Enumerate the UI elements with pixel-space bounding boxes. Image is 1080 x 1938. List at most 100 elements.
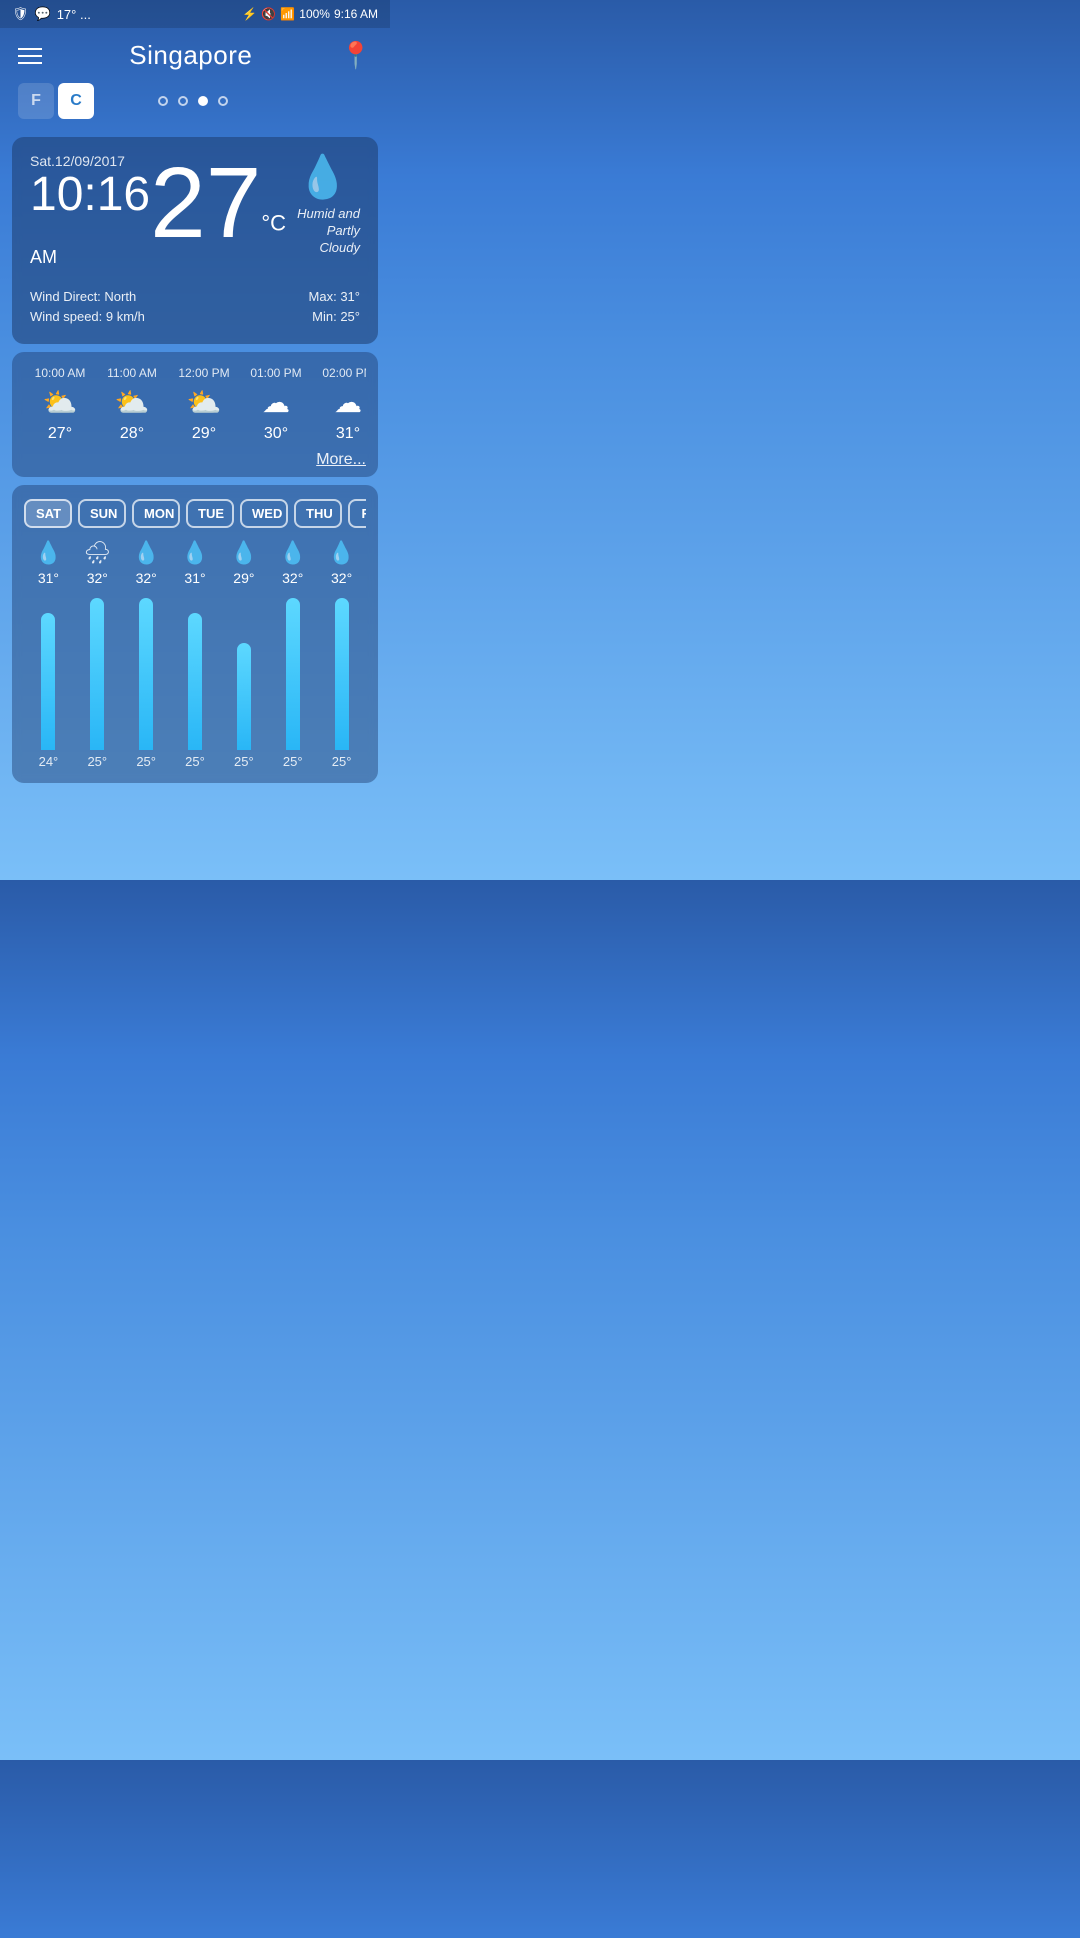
status-left: 🛡 💬 17° ... <box>12 6 91 22</box>
city-title: Singapore <box>129 40 252 71</box>
weekly-bar <box>90 598 104 750</box>
weekly-bar-container <box>139 590 153 750</box>
day-tab-mon[interactable]: MON <box>132 499 180 528</box>
weekly-max-temp: 32° <box>331 570 352 586</box>
hourly-time: 02:00 PM <box>322 366 366 380</box>
weekly-col-tue: 💧 31° 25° <box>171 540 220 769</box>
weekly-weather-icon: 💧 <box>132 540 159 566</box>
celsius-button[interactable]: C <box>58 83 94 119</box>
hamburger-line <box>18 62 42 64</box>
hourly-temp: 30° <box>264 425 288 443</box>
weekly-weather-icon: 💧 <box>279 540 306 566</box>
weekly-max-temp: 32° <box>136 570 157 586</box>
weekly-weather-icon: 💧 <box>181 540 208 566</box>
weekly-bar-container <box>237 590 251 750</box>
location-icon[interactable]: 📍 <box>340 40 372 71</box>
current-weather-card: Sat.12/09/2017 10:16 AM 27°C 💧 Humid and… <box>12 137 378 344</box>
page-dot-1[interactable] <box>158 96 168 106</box>
hourly-item: 12:00 PM ⛅ 29° <box>168 366 240 443</box>
hourly-weather-icon: ☁ <box>334 386 362 419</box>
wind-direction: Wind Direct: North <box>30 287 145 308</box>
weekly-bar <box>335 598 349 750</box>
temp-min: Min: 25° <box>309 307 360 328</box>
condition-section: 💧 Humid and Partly Cloudy <box>286 153 360 257</box>
max-min-section: Max: 31° Min: 25° <box>309 287 360 329</box>
hourly-temp: 27° <box>48 425 72 443</box>
weekly-bar <box>286 598 300 750</box>
weekly-forecast-card: SATSUNMONTUEWEDTHU FRI 💧 31° 24° 🌧 32° 25… <box>12 485 378 783</box>
weekly-min-temp: 25° <box>185 754 205 769</box>
clock: 9:16 AM <box>334 7 378 21</box>
app-header: Singapore 📍 <box>0 28 390 83</box>
weekly-col-sat: 💧 31° 24° <box>24 540 73 769</box>
hourly-temp: 31° <box>336 425 360 443</box>
status-temp: 17° ... <box>57 7 91 22</box>
status-right: ⚡ 🔇 📶 100% 9:16 AM <box>242 7 378 21</box>
weekly-min-temp: 25° <box>136 754 156 769</box>
fahrenheit-button[interactable]: F <box>18 83 54 119</box>
page-dot-4[interactable] <box>218 96 228 106</box>
day-tab-fri[interactable]: FRI <box>348 499 366 528</box>
weekly-bar-container <box>335 590 349 750</box>
wind-speed: Wind speed: 9 km/h <box>30 307 145 328</box>
shield-icon: 🛡 <box>12 6 29 22</box>
weekly-weather-icon: 🌧 <box>83 540 111 566</box>
page-dot-3[interactable] <box>198 96 208 106</box>
weekly-bar-container <box>188 590 202 750</box>
menu-button[interactable] <box>18 48 42 64</box>
day-tab-tue[interactable]: TUE <box>186 499 234 528</box>
mute-icon: 🔇 <box>261 7 276 21</box>
wifi-icon: 📶 <box>280 7 295 21</box>
weekly-col-thu: 💧 32° 25° <box>268 540 317 769</box>
wind-info: Wind Direct: North Wind speed: 9 km/h <box>30 287 145 329</box>
weekly-weather-icon: 💧 <box>328 540 355 566</box>
weekly-weather-icon: 💧 <box>35 540 62 566</box>
current-date: Sat.12/09/2017 <box>30 153 150 169</box>
day-tabs[interactable]: SATSUNMONTUEWEDTHU FRI <box>24 499 366 528</box>
weekly-bar-container <box>90 590 104 750</box>
hourly-temp: 28° <box>120 425 144 443</box>
hourly-forecast-card: 10:00 AM ⛅ 27° 11:00 AM ⛅ 28° 12:00 PM ⛅… <box>12 352 378 477</box>
hourly-temp: 29° <box>192 425 216 443</box>
hourly-item: 01:00 PM ☁ 30° <box>240 366 312 443</box>
weekly-bar-container <box>41 590 55 750</box>
weekly-max-temp: 32° <box>87 570 108 586</box>
hourly-scroll[interactable]: 10:00 AM ⛅ 27° 11:00 AM ⛅ 28° 12:00 PM ⛅… <box>24 366 366 443</box>
weekly-weather-icon: 💧 <box>230 540 257 566</box>
weekly-col-wed: 💧 29° 25° <box>219 540 268 769</box>
bluetooth-icon: ⚡ <box>242 7 257 21</box>
current-temp: 27 <box>150 147 261 259</box>
weekly-min-temp: 24° <box>39 754 59 769</box>
day-tab-thu[interactable]: THU <box>294 499 342 528</box>
temperature-section: 27°C <box>150 153 286 253</box>
battery-label: 100% <box>299 7 330 21</box>
message-icon: 💬 <box>35 6 51 22</box>
condition-label: Humid and Partly Cloudy <box>286 206 360 257</box>
weekly-max-temp: 29° <box>233 570 254 586</box>
day-tab-sat[interactable]: SAT <box>24 499 72 528</box>
hourly-time: 12:00 PM <box>178 366 229 380</box>
hourly-time: 10:00 AM <box>35 366 86 380</box>
hourly-weather-icon: ⛅ <box>187 386 222 419</box>
unit-toggle: F C <box>18 83 94 119</box>
current-time: 10:16 AM <box>30 169 150 275</box>
humidity-icon: 💧 <box>297 153 349 202</box>
hourly-time: 01:00 PM <box>250 366 301 380</box>
day-tab-sun[interactable]: SUN <box>78 499 126 528</box>
weekly-bar <box>41 613 55 750</box>
weekly-bar-container <box>286 590 300 750</box>
page-indicator <box>158 96 228 106</box>
page-dot-2[interactable] <box>178 96 188 106</box>
weekly-min-temp: 25° <box>87 754 107 769</box>
weekly-bar <box>139 598 153 750</box>
weekly-col-mon: 💧 32° 25° <box>122 540 171 769</box>
day-tab-wed[interactable]: WED <box>240 499 288 528</box>
weekly-max-temp: 32° <box>282 570 303 586</box>
hamburger-line <box>18 48 42 50</box>
weekly-max-temp: 31° <box>38 570 59 586</box>
weekly-bar <box>188 613 202 750</box>
more-link[interactable]: More... <box>24 443 366 469</box>
weekly-col-fri: 💧 32° 25° <box>317 540 366 769</box>
time-value: 10:16 <box>30 168 150 221</box>
weekly-min-temp: 25° <box>234 754 254 769</box>
